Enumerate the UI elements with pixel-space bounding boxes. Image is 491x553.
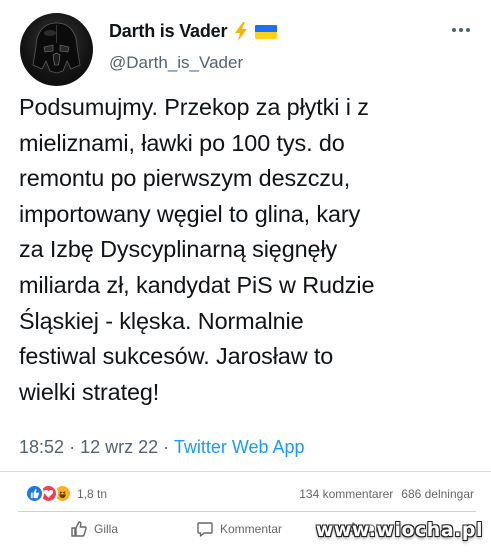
engagement-counts: 134 kommentarer 686 delningar — [299, 487, 474, 501]
comment-bubble-icon — [197, 522, 213, 537]
author-row: Darth is Vader — [109, 21, 278, 42]
thumbs-up-icon — [71, 521, 87, 537]
author-handle[interactable]: @Darth_is_Vader — [109, 53, 243, 73]
reaction-count: 1,8 tn — [77, 486, 108, 501]
tweet-meta: 18:52 · 12 wrz 22 · Twitter Web App — [19, 437, 305, 458]
reactions-summary[interactable]: 1,8 tn — [25, 484, 107, 503]
like-button[interactable]: Gilla — [70, 520, 118, 538]
tweet-text-line: remontu po pierwszym deszczu, — [19, 165, 351, 192]
like-reaction-icon — [25, 484, 44, 503]
comment-label: Kommentar — [220, 522, 283, 536]
tweet-text-line: Śląskiej - klęska. Normalnie — [19, 307, 304, 334]
tweet-text-line: importowany węgiel to glina, kary — [19, 200, 361, 227]
like-label: Gilla — [94, 522, 119, 536]
tweet-card: Darth is Vader @Darth_is_Vader Podsumujm… — [0, 0, 491, 472]
tweet-date[interactable]: 12 wrz 22 — [80, 437, 158, 457]
tweet-text-line: za Izbę Dyscyplinarną sięgnęły — [19, 236, 338, 263]
tweet-text-line: mieliznami, ławki po 100 tys. do — [19, 129, 345, 156]
tweet-text-line: Podsumujmy. Przekop za płytki i z — [19, 94, 369, 120]
comment-button[interactable]: Kommentar — [196, 520, 282, 538]
ukraine-flag-icon — [255, 24, 278, 39]
high-voltage-icon — [235, 22, 248, 41]
tweet-text-line: wielki strateg! — [19, 378, 160, 405]
tweet-source-app[interactable]: Twitter Web App — [174, 437, 305, 457]
comments-count[interactable]: 134 kommentarer — [299, 487, 393, 501]
meta-separator: · — [163, 437, 170, 457]
tweet-text-line: miliarda zł, kandydat PiS w Rudzie — [19, 271, 375, 298]
tweet-text: Podsumujmy. Przekop za płytki i z mieliz… — [19, 90, 479, 410]
profile-avatar[interactable] — [20, 13, 93, 86]
author-name[interactable]: Darth is Vader — [109, 21, 227, 42]
meta-separator: · — [69, 437, 76, 457]
shares-count[interactable]: 686 delningar — [401, 487, 474, 501]
darth-vader-helmet-icon — [32, 22, 81, 74]
more-options-icon[interactable] — [452, 28, 470, 32]
tweet-time[interactable]: 18:52 — [19, 437, 64, 457]
tweet-text-line: festiwal sukcesów. Jarosław to — [19, 343, 334, 370]
site-watermark: www.wiocha.pl — [315, 519, 483, 541]
